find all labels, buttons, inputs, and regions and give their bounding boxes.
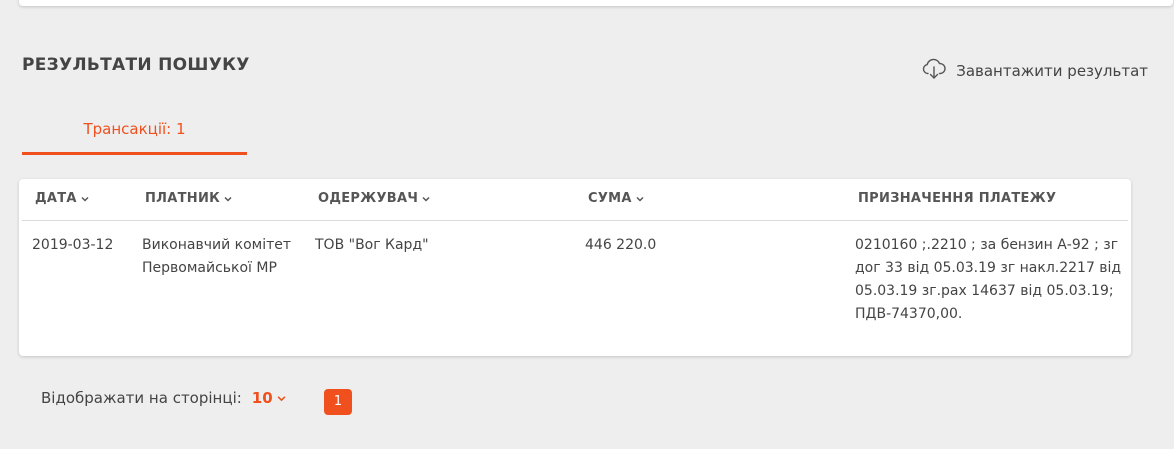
per-page-select[interactable]: 10 [251,389,286,407]
column-header-recipient[interactable]: ОДЕРЖУВАЧ [318,191,430,206]
chevron-down-icon [224,195,232,203]
column-header-label: ПРИЗНАЧЕННЯ ПЛАТЕЖУ [858,191,1057,206]
cell-date: 2019-03-12 [32,237,114,253]
per-page-control: Відображати на сторінці: 10 [41,389,286,407]
chevron-down-icon [81,195,89,203]
chevron-down-icon [636,195,644,203]
page-button-current[interactable]: 1 [324,389,352,415]
chevron-down-icon [277,394,286,402]
column-header-label: СУМА [588,191,632,206]
download-results-label: Завантажити результат [956,62,1148,80]
column-header-label: ПЛАТНИК [145,191,221,206]
per-page-label: Відображати на сторінці: [41,389,242,407]
cell-recipient: ТОВ "Вог Кард" [315,237,429,253]
column-header-amount[interactable]: СУМА [588,191,644,206]
results-table: ДАТА ПЛАТНИК ОДЕРЖУВАЧ СУМА ПРИЗНАЧЕННЯ … [19,179,1131,356]
cloud-download-icon [921,56,947,86]
cell-payer: Виконавчий комітет Первомайської МР [142,237,292,276]
cell-purpose: 0210160 ;.2210 ; за бензин А-92 ; зг дог… [855,237,1122,322]
section-title: РЕЗУЛЬТАТИ ПОШУКУ [22,55,250,75]
column-header-purpose: ПРИЗНАЧЕННЯ ПЛАТЕЖУ [858,191,1056,206]
previous-panel [19,0,1173,6]
download-results-button[interactable]: Завантажити результат [921,56,1148,86]
table-header: ДАТА ПЛАТНИК ОДЕРЖУВАЧ СУМА ПРИЗНАЧЕННЯ … [22,179,1128,221]
column-header-label: ОДЕРЖУВАЧ [318,191,419,206]
cell-amount: 446 220.0 [585,237,657,253]
results-tabs: Трансакції: 1 [22,106,1152,156]
tab-transactions[interactable]: Трансакції: 1 [22,106,247,155]
chevron-down-icon [422,195,430,203]
per-page-value: 10 [251,389,273,407]
column-header-payer[interactable]: ПЛАТНИК [145,191,232,206]
column-header-date[interactable]: ДАТА [35,191,89,206]
column-header-label: ДАТА [35,191,77,206]
